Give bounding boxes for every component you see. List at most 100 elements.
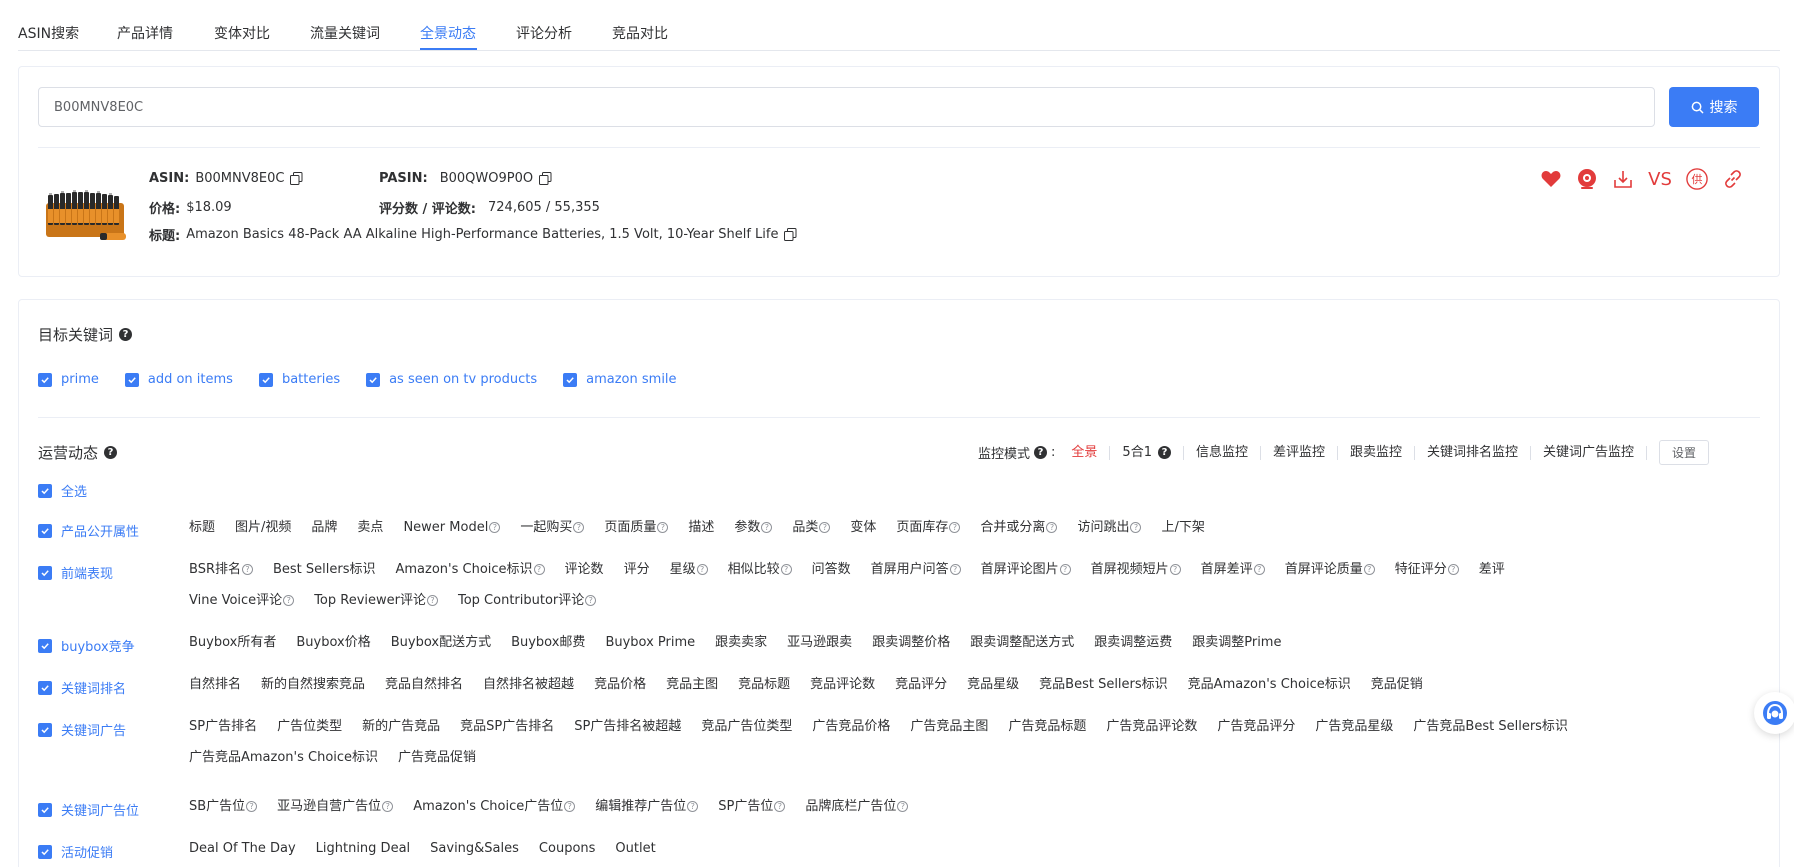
help-icon[interactable]: ? <box>564 801 576 812</box>
monitor-item-label: 竞品价格 <box>594 677 647 692</box>
monitor-item-label: 跟卖调整Prime <box>1192 635 1282 650</box>
checkbox-checked-icon <box>38 372 52 387</box>
supplier-icon[interactable]: 供 <box>1686 168 1708 190</box>
help-icon[interactable]: ? <box>119 328 133 341</box>
monitor-option-info[interactable]: 信息监控 <box>1184 445 1261 460</box>
title-row: 标题: Amazon Basics 48-Pack AA Alkaline Hi… <box>149 225 797 244</box>
help-icon[interactable]: ? <box>949 564 961 575</box>
keyword-checkbox[interactable]: prime <box>38 372 99 387</box>
checkbox-checked-icon <box>38 483 52 498</box>
camera-icon[interactable] <box>1576 168 1598 190</box>
help-icon[interactable]: ? <box>1034 446 1048 459</box>
help-icon[interactable]: ? <box>246 801 258 812</box>
monitor-option-panorama[interactable]: 全景 <box>1059 445 1111 460</box>
search-button[interactable]: 搜索 <box>1669 87 1759 127</box>
checkbox-checked-icon <box>38 565 52 580</box>
copy-icon[interactable] <box>539 172 552 185</box>
category-checkbox[interactable]: 关键词排名 <box>38 678 126 697</box>
monitor-mode-bar: 监控模式?: 全景 5合1? 信息监控 差评监控 跟卖监控 关键词排名监控 关键… <box>978 440 1710 465</box>
monitor-item: 星级? <box>670 554 708 585</box>
help-icon[interactable]: ? <box>774 801 786 812</box>
help-icon[interactable]: ? <box>1046 522 1058 533</box>
category-label: buybox竞争 <box>61 640 135 655</box>
tab-panorama[interactable]: 全景动态 <box>420 23 476 43</box>
monitor-option-negative-review[interactable]: 差评监控 <box>1261 445 1338 460</box>
select-all-checkbox[interactable]: 全选 <box>38 481 87 500</box>
keyword-checkbox[interactable]: add on items <box>124 372 233 387</box>
customer-service-button[interactable] <box>1754 692 1794 734</box>
help-icon[interactable]: ? <box>897 801 909 812</box>
help-icon[interactable]: ? <box>819 522 831 533</box>
help-icon[interactable]: ? <box>1157 446 1171 459</box>
help-icon[interactable]: ? <box>104 446 118 459</box>
help-icon[interactable]: ? <box>1059 564 1071 575</box>
monitor-item-label: SP广告排名 <box>189 719 258 734</box>
monitor-item: 广告竞品评分 <box>1217 711 1295 742</box>
monitor-item: Buybox价格 <box>296 627 370 658</box>
help-icon[interactable]: ? <box>1169 564 1181 575</box>
category-checkbox[interactable]: 活动促销 <box>38 842 113 861</box>
monitor-item: 竞品SP广告排名 <box>460 711 554 742</box>
category-checkbox[interactable]: 前端表现 <box>38 563 113 582</box>
checkbox-checked-icon <box>258 372 273 387</box>
keyword-checkbox[interactable]: amazon smile <box>563 372 677 387</box>
monitor-option-hijack[interactable]: 跟卖监控 <box>1338 445 1416 460</box>
tab-asin-search[interactable]: ASIN搜索 <box>18 23 79 43</box>
monitor-item: Deal Of The Day <box>189 833 296 864</box>
monitor-item: 竞品主图 <box>666 669 718 700</box>
copy-icon[interactable] <box>290 172 303 185</box>
copy-icon[interactable] <box>784 228 797 241</box>
help-icon[interactable]: ? <box>426 595 438 606</box>
help-icon[interactable]: ? <box>761 522 773 533</box>
category-checkbox[interactable]: 产品公开属性 <box>38 521 139 540</box>
search-input[interactable]: B00MNV8E0C <box>38 87 1655 127</box>
settings-button[interactable]: 设置 <box>1659 440 1710 465</box>
monitor-item-label: 广告竞品评论数 <box>1106 719 1198 734</box>
vs-compare-button[interactable]: VS <box>1648 168 1672 190</box>
monitor-item-label: 一起购买 <box>520 520 573 535</box>
help-icon[interactable]: ? <box>489 522 501 533</box>
help-icon[interactable]: ? <box>1130 522 1142 533</box>
monitor-item-label: 描述 <box>688 520 715 535</box>
monitor-option-keyword-rank[interactable]: 关键词排名监控 <box>1415 445 1532 460</box>
price-row: 价格: $18.09 <box>149 198 232 217</box>
keyword-checkbox[interactable]: as seen on tv products <box>366 372 537 387</box>
category-checkbox[interactable]: 关键词广告 <box>38 720 126 739</box>
tab-competitor-compare[interactable]: 竞品对比 <box>612 23 668 43</box>
monitor-item: Amazon's Choice广告位? <box>413 791 576 822</box>
monitor-item: 标题 <box>189 512 215 543</box>
help-icon[interactable]: ? <box>585 595 597 606</box>
help-icon[interactable]: ? <box>382 801 394 812</box>
monitor-item-label: Deal Of The Day <box>189 841 296 856</box>
tab-bar: ASIN搜索 产品详情 变体对比 流量关键词 全景动态 评论分析 竞品对比 <box>18 0 1780 51</box>
tab-review-analysis[interactable]: 评论分析 <box>516 23 572 43</box>
monitor-item: 广告竞品Amazon's Choice标识 <box>189 742 378 773</box>
category-checkbox[interactable]: buybox竞争 <box>38 636 135 655</box>
monitor-option-5in1[interactable]: 5合1? <box>1110 445 1184 460</box>
category-items: SP广告排名 广告位类型 新的广告竞品 竞品SP广告排名 SP广告排名被超越 竞品广告位类… <box>189 711 1619 773</box>
download-icon[interactable] <box>1612 168 1634 190</box>
rating-label: 评分数 / 评论数: <box>379 202 476 217</box>
link-icon[interactable] <box>1722 168 1744 190</box>
help-icon[interactable]: ? <box>573 522 585 533</box>
category-checkbox[interactable]: 关键词广告位 <box>38 800 139 819</box>
tab-variant-compare[interactable]: 变体对比 <box>214 23 270 43</box>
heart-icon[interactable] <box>1540 168 1562 190</box>
help-icon[interactable]: ? <box>657 522 669 533</box>
tab-traffic-keywords[interactable]: 流量关键词 <box>310 23 380 43</box>
help-icon[interactable]: ? <box>687 801 699 812</box>
category-items: BSR排名? Best Sellers标识 Amazon's Choice标识? 评论… <box>189 554 1619 616</box>
help-icon[interactable]: ? <box>780 564 792 575</box>
help-icon[interactable]: ? <box>1447 564 1459 575</box>
help-icon[interactable]: ? <box>241 564 253 575</box>
tab-product-detail[interactable]: 产品详情 <box>117 23 173 43</box>
help-icon[interactable]: ? <box>283 595 295 606</box>
help-icon[interactable]: ? <box>533 564 545 575</box>
keyword-label: batteries <box>281 372 341 387</box>
help-icon[interactable]: ? <box>949 522 961 533</box>
keyword-checkbox[interactable]: batteries <box>258 372 341 387</box>
help-icon[interactable]: ? <box>1363 564 1375 575</box>
help-icon[interactable]: ? <box>696 564 708 575</box>
help-icon[interactable]: ? <box>1253 564 1265 575</box>
monitor-option-keyword-ad[interactable]: 关键词广告监控 <box>1531 445 1648 460</box>
